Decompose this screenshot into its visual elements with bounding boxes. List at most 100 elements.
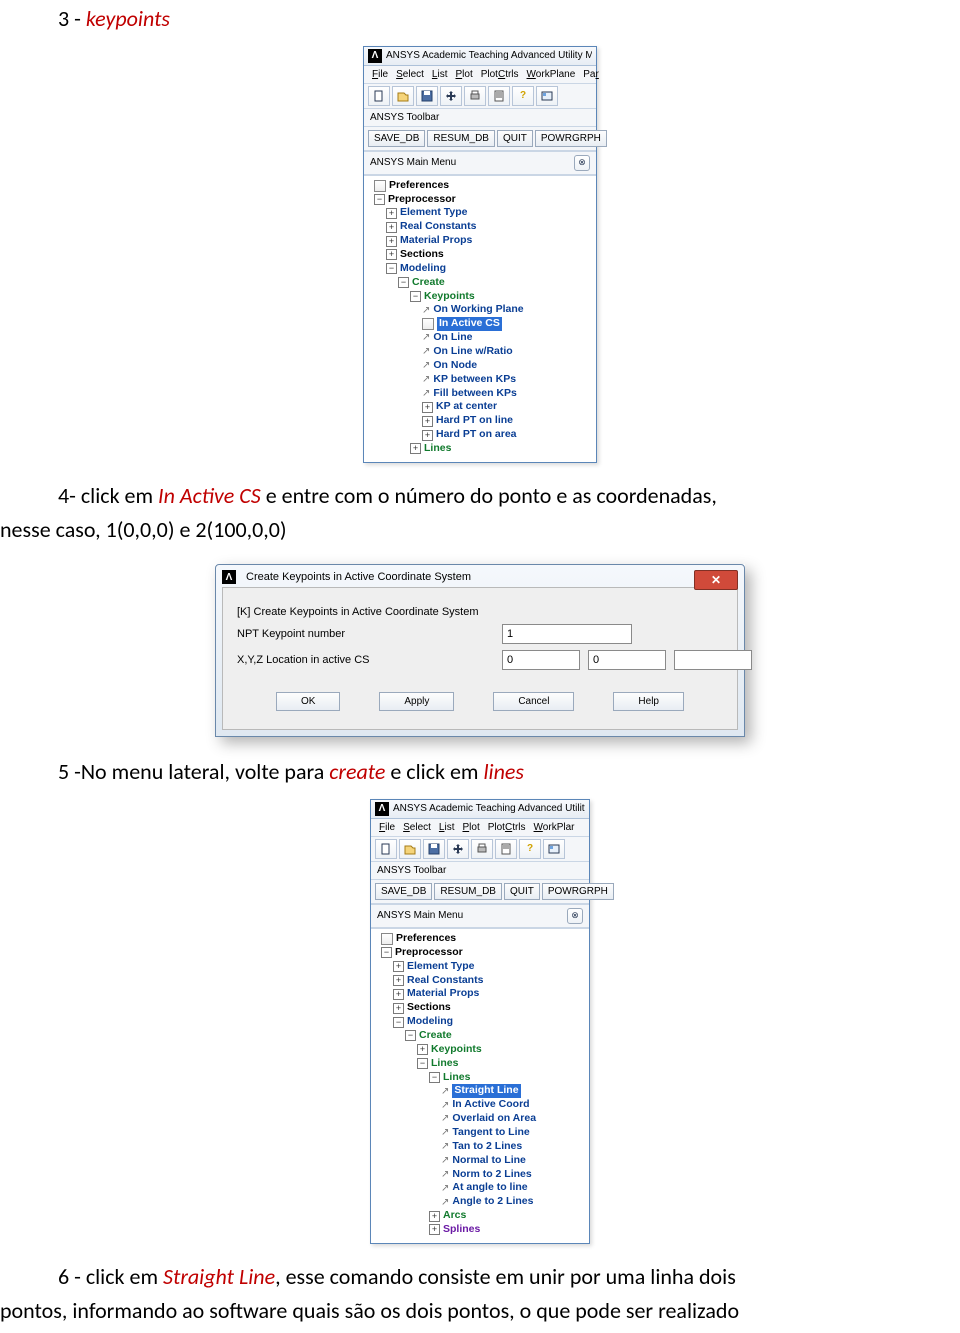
save-db-button[interactable]: SAVE_DB bbox=[375, 883, 432, 900]
resum-db-button[interactable]: RESUM_DB bbox=[434, 883, 502, 900]
tree-lines[interactable]: +Lines bbox=[366, 442, 594, 456]
menu-file[interactable]: File bbox=[368, 68, 392, 81]
doc-icon bbox=[422, 318, 434, 330]
tree-in-active-coord[interactable]: ↗In Active Coord bbox=[373, 1098, 587, 1112]
z-input[interactable] bbox=[674, 650, 752, 670]
print-icon[interactable] bbox=[471, 839, 493, 859]
tree-lines-parent[interactable]: −Lines bbox=[373, 1057, 587, 1071]
tree-preprocessor[interactable]: −Preprocessor bbox=[366, 193, 594, 207]
menu-plotctrls[interactable]: PlotCtrls bbox=[477, 68, 523, 81]
tree-on-node[interactable]: ↗On Node bbox=[366, 359, 594, 373]
powrgrph-button[interactable]: POWRGRPH bbox=[542, 883, 614, 900]
tree-arcs[interactable]: +Arcs bbox=[373, 1209, 587, 1223]
tree-preferences[interactable]: Preferences bbox=[373, 932, 587, 946]
tree-modeling[interactable]: −Modeling bbox=[366, 262, 594, 276]
tree-sections[interactable]: +Sections bbox=[373, 1001, 587, 1015]
plus-icon: + bbox=[417, 1044, 428, 1055]
menu-plotctrls[interactable]: PlotCtrls bbox=[484, 821, 530, 834]
tree-on-line[interactable]: ↗On Line bbox=[366, 331, 594, 345]
ok-button[interactable]: OK bbox=[276, 692, 340, 711]
help-icon[interactable]: ? bbox=[512, 86, 534, 106]
save-icon[interactable] bbox=[416, 86, 438, 106]
tree-modeling[interactable]: −Modeling bbox=[373, 1015, 587, 1029]
tree-on-line-ratio[interactable]: ↗On Line w/Ratio bbox=[366, 345, 594, 359]
help-icon[interactable]: ? bbox=[519, 839, 541, 859]
menubar: File Select List Plot PlotCtrls WorkPlan… bbox=[364, 66, 596, 84]
tree-preprocessor[interactable]: −Preprocessor bbox=[373, 946, 587, 960]
tree-norm2[interactable]: ↗Norm to 2 Lines bbox=[373, 1168, 587, 1182]
menu-list[interactable]: List bbox=[428, 68, 452, 81]
tree-atangle[interactable]: ↗At angle to line bbox=[373, 1181, 587, 1195]
plus-icon: + bbox=[393, 961, 404, 972]
cancel-button[interactable]: Cancel bbox=[493, 692, 574, 711]
tree-element-type[interactable]: +Element Type bbox=[373, 960, 587, 974]
tree-angle2[interactable]: ↗Angle to 2 Lines bbox=[373, 1195, 587, 1209]
xyz-label: X,Y,Z Location in active CS bbox=[237, 654, 502, 666]
tree-preferences[interactable]: Preferences bbox=[366, 179, 594, 193]
tree-lines[interactable]: −Lines bbox=[373, 1071, 587, 1085]
run-icon: ↗ bbox=[441, 1140, 449, 1153]
collapse-icon[interactable]: ⊗ bbox=[567, 908, 583, 924]
help-button[interactable]: Help bbox=[613, 692, 684, 711]
powrgrph-button[interactable]: POWRGRPH bbox=[535, 130, 607, 147]
menu-select[interactable]: Select bbox=[399, 821, 435, 834]
pan-icon[interactable] bbox=[440, 86, 462, 106]
minus-icon: − bbox=[405, 1030, 416, 1041]
image-icon[interactable] bbox=[536, 86, 558, 106]
tree-sections[interactable]: +Sections bbox=[366, 248, 594, 262]
toolbar-label: ANSYS Toolbar bbox=[364, 109, 596, 127]
tree-splines[interactable]: +Splines bbox=[373, 1223, 587, 1237]
menu-select[interactable]: Select bbox=[392, 68, 428, 81]
menu-workplar[interactable]: WorkPlar bbox=[530, 821, 579, 834]
menu-plot[interactable]: Plot bbox=[451, 68, 476, 81]
image-icon[interactable] bbox=[543, 839, 565, 859]
menu-file[interactable]: File bbox=[375, 821, 399, 834]
tree-keypoints[interactable]: +Keypoints bbox=[373, 1043, 587, 1057]
pan-icon[interactable] bbox=[447, 839, 469, 859]
open-file-icon[interactable] bbox=[392, 86, 414, 106]
menu-par[interactable]: Par bbox=[579, 68, 603, 81]
tree-real-constants[interactable]: +Real Constants bbox=[366, 220, 594, 234]
menu-workplane[interactable]: WorkPlane bbox=[523, 68, 580, 81]
tree-hardpt-line[interactable]: +Hard PT on line bbox=[366, 414, 594, 428]
tree-kp-center[interactable]: +KP at center bbox=[366, 400, 594, 414]
step6-line2: pontos, informando ao software quais são… bbox=[0, 1296, 960, 1326]
tree-keypoints[interactable]: −Keypoints bbox=[366, 290, 594, 304]
tree-normal[interactable]: ↗Normal to Line bbox=[373, 1154, 587, 1168]
report-icon[interactable] bbox=[488, 86, 510, 106]
tree-overlaid[interactable]: ↗Overlaid on Area bbox=[373, 1112, 587, 1126]
quit-button[interactable]: QUIT bbox=[504, 883, 540, 900]
print-icon[interactable] bbox=[464, 86, 486, 106]
tree-straight-line[interactable]: ↗Straight Line bbox=[373, 1084, 587, 1098]
close-button[interactable]: ✕ bbox=[694, 570, 738, 590]
save-icon[interactable] bbox=[423, 839, 445, 859]
quit-button[interactable]: QUIT bbox=[497, 130, 533, 147]
menu-list[interactable]: List bbox=[435, 821, 459, 834]
report-icon[interactable] bbox=[495, 839, 517, 859]
menu-plot[interactable]: Plot bbox=[458, 821, 483, 834]
tree-create[interactable]: −Create bbox=[366, 276, 594, 290]
collapse-icon[interactable]: ⊗ bbox=[574, 155, 590, 171]
tree-tan2[interactable]: ↗Tan to 2 Lines bbox=[373, 1140, 587, 1154]
apply-button[interactable]: Apply bbox=[379, 692, 454, 711]
open-file-icon[interactable] bbox=[399, 839, 421, 859]
tree-material-props[interactable]: +Material Props bbox=[366, 234, 594, 248]
new-file-icon[interactable] bbox=[368, 86, 390, 106]
resum-db-button[interactable]: RESUM_DB bbox=[427, 130, 495, 147]
new-file-icon[interactable] bbox=[375, 839, 397, 859]
tree-element-type[interactable]: +Element Type bbox=[366, 206, 594, 220]
tree-material-props[interactable]: +Material Props bbox=[373, 987, 587, 1001]
tree-in-active-cs[interactable]: In Active CS bbox=[366, 317, 594, 331]
tree-real-constants[interactable]: +Real Constants bbox=[373, 974, 587, 988]
save-db-button[interactable]: SAVE_DB bbox=[368, 130, 425, 147]
npt-input[interactable] bbox=[502, 624, 632, 644]
tree-on-working-plane[interactable]: ↗On Working Plane bbox=[366, 303, 594, 317]
x-input[interactable] bbox=[502, 650, 580, 670]
tree-fill-between[interactable]: ↗Fill between KPs bbox=[366, 387, 594, 401]
tree-kp-between[interactable]: ↗KP between KPs bbox=[366, 373, 594, 387]
minus-icon: − bbox=[381, 947, 392, 958]
tree-tangent[interactable]: ↗Tangent to Line bbox=[373, 1126, 587, 1140]
tree-create[interactable]: −Create bbox=[373, 1029, 587, 1043]
y-input[interactable] bbox=[588, 650, 666, 670]
tree-hardpt-area[interactable]: +Hard PT on area bbox=[366, 428, 594, 442]
